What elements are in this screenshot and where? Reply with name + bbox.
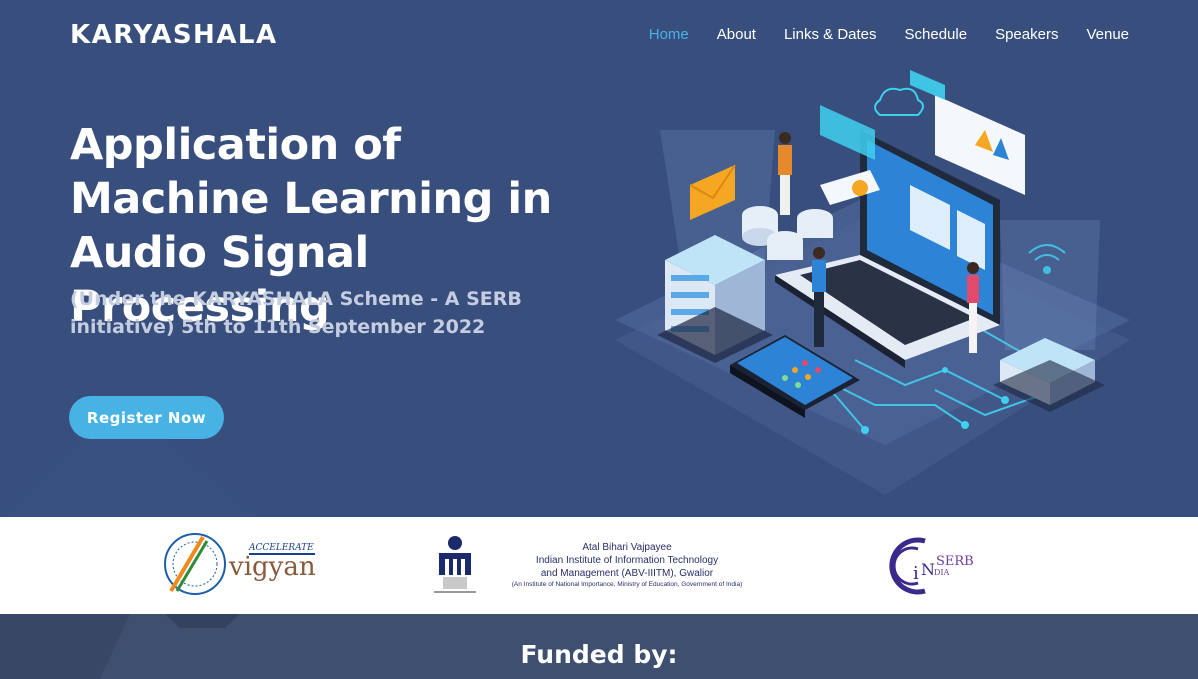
funded-by-section: Funded by: — [0, 614, 1198, 679]
nav-venue[interactable]: Venue — [1086, 26, 1129, 43]
accelerate-vigyan-logo[interactable]: ACCELERATE vigyan — [163, 531, 323, 597]
register-now-button[interactable]: Register Now — [69, 396, 224, 439]
nav-speakers[interactable]: Speakers — [995, 26, 1058, 43]
svg-text:N: N — [921, 560, 935, 579]
svg-text:SERB: SERB — [936, 554, 974, 569]
hero-subtitle: (Under the KARYASHALA Scheme - A SERB in… — [70, 288, 522, 338]
iiitm-gwalior-logo[interactable]: Atal Bihari Vajpayee Indian Institute of… — [432, 535, 772, 595]
funded-by-heading: Funded by: — [520, 640, 678, 669]
iiitm-text-block: Atal Bihari Vajpayee Indian Institute of… — [482, 541, 772, 589]
site-logo[interactable]: KARYASHALA — [70, 20, 278, 50]
svg-text:DIA: DIA — [934, 568, 950, 577]
hero-illustration — [615, 70, 1130, 495]
iiitm-line-1: Atal Bihari Vajpayee — [582, 542, 672, 553]
partner-logos-strip: ACCELERATE vigyan Atal Bihari Vajpayee I… — [0, 517, 1198, 614]
nav-links-dates[interactable]: Links & Dates — [784, 26, 877, 43]
iiitm-emblem — [434, 536, 476, 593]
svg-text:vigyan: vigyan — [228, 552, 316, 582]
svg-text:i: i — [913, 563, 919, 584]
nav-about[interactable]: About — [717, 26, 756, 43]
nav-schedule[interactable]: Schedule — [905, 26, 968, 43]
iiitm-line-4: (An Institute of National Importance, Mi… — [511, 581, 743, 588]
serb-india-logo[interactable]: i N SERB DIA — [885, 533, 995, 597]
hero-section: KARYASHALA Home About Links & Dates Sche… — [0, 0, 1198, 517]
nav-home[interactable]: Home — [649, 26, 689, 43]
main-nav: Home About Links & Dates Schedule Speake… — [621, 26, 1129, 43]
iiitm-line-2: Indian Institute of Information Technolo… — [535, 555, 719, 566]
iiitm-line-3: and Management (ABV-IIITM), Gwalior — [540, 568, 714, 579]
